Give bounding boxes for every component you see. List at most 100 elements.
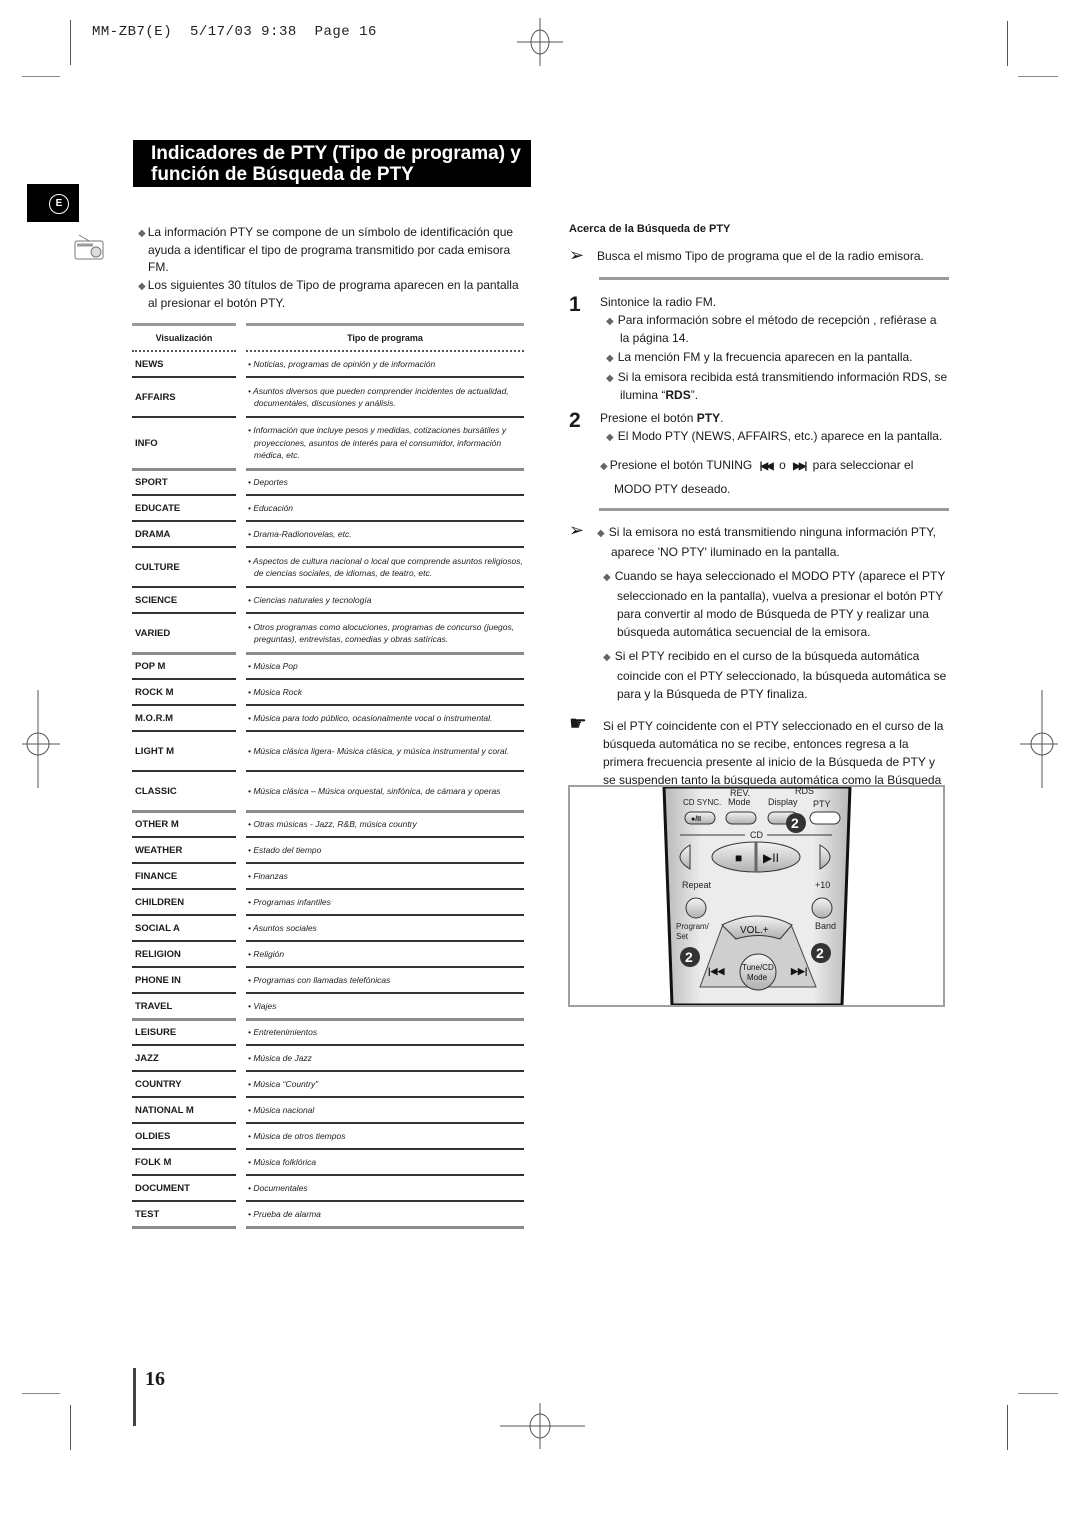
note-1: ➢ ◆ Si la emisora no está transmitiendo n… xyxy=(569,520,936,559)
divider xyxy=(599,508,949,511)
row-separator xyxy=(132,1226,524,1229)
skip-back-icon: |◀◀ xyxy=(759,461,774,472)
svg-text:Tune/CD: Tune/CD xyxy=(742,963,774,972)
pty-description: • Asuntos diversos que pueden comprender… xyxy=(248,385,509,409)
diamond-bullet-icon: ◆ xyxy=(138,228,146,239)
table-row: CLASSIC • Música clásica – Música orquest… xyxy=(132,772,524,810)
pty-description: • Estado del tiempo xyxy=(248,844,322,855)
pty-code: LEISURE xyxy=(135,1026,177,1038)
search-summary: ➢ Busca el mismo Tipo de programa que el… xyxy=(569,245,924,265)
table-row: INFO • Información que incluye pesos y me… xyxy=(132,418,524,468)
pty-description-cell: • Asuntos sociales xyxy=(246,919,524,938)
pty-description-cell: • Viajes xyxy=(246,997,524,1016)
row-separator xyxy=(132,468,524,471)
pty-description: • Música clásica ligera- Música clásica,… xyxy=(248,745,509,756)
pty-code: EDUCATE xyxy=(135,502,181,514)
step-bullet: ◆ La mención FM y la frecuencia aparecen … xyxy=(606,350,913,364)
pty-description: • Entretenimientos xyxy=(248,1026,318,1037)
table-row: LIGHT M • Música clásica ligera- Música c… xyxy=(132,732,524,770)
pty-code: AFFAIRS xyxy=(135,391,176,403)
diamond-bullet-icon: ◆ xyxy=(606,316,614,327)
table-row: AFFAIRS • Asuntos diversos que pueden com… xyxy=(132,378,524,416)
diamond-bullet-icon: ◆ xyxy=(603,652,611,663)
pty-code: LIGHT M xyxy=(135,745,175,757)
table-row: ROCK M • Música Rock xyxy=(132,680,524,704)
svg-text:VOL.+: VOL.+ xyxy=(740,925,769,936)
note-2: ◆ Cuando se haya seleccionado el MODO PTY… xyxy=(603,569,946,639)
pty-description: • Música “Country” xyxy=(248,1078,319,1089)
section-title: Indicadores de PTY (Tipo de programa) y … xyxy=(133,140,531,187)
search-heading: Acerca de la Búsqueda de PTY xyxy=(569,223,731,235)
pointing-hand-icon: ☛ xyxy=(569,713,587,735)
pty-description: • Finanzas xyxy=(248,870,288,881)
section-title-line1: Indicadores de PTY (Tipo de programa) y xyxy=(151,143,521,164)
table-row: SCIENCE • Ciencias naturales y tecnología xyxy=(132,588,524,612)
pty-code: JAZZ xyxy=(135,1052,159,1064)
pty-description: • Drama-Radionovelas, etc. xyxy=(248,528,352,539)
table-row: SOCIAL A • Asuntos sociales xyxy=(132,916,524,940)
row-separator xyxy=(132,1018,524,1021)
step-number: 1 xyxy=(569,293,581,316)
row-separator xyxy=(132,810,524,813)
note-arrow-icon: ➢ xyxy=(569,520,585,540)
table-row: COUNTRY • Música “Country” xyxy=(132,1072,524,1096)
header-display: Visualización xyxy=(155,333,213,343)
language-badge: E xyxy=(49,194,69,214)
pty-code: TEST xyxy=(135,1208,160,1220)
pty-code: CHILDREN xyxy=(135,896,185,908)
pty-code: CLASSIC xyxy=(135,785,177,797)
rev-mode-button xyxy=(725,811,757,825)
pty-code: SPORT xyxy=(135,476,168,488)
skip-back-icon: |◀◀ xyxy=(708,966,725,976)
table-row: M.O.R.M • Música para todo público, ocasi… xyxy=(132,706,524,730)
pty-search-section: Acerca de la Búsqueda de PTY ➢ Busca el … xyxy=(569,221,949,807)
pty-description-cell: • Música “Country” xyxy=(246,1075,524,1094)
pty-description-cell: • Música de otros tiempos xyxy=(246,1127,524,1146)
intro-bullet: ◆ Los siguientes 30 títulos de Tipo de pr… xyxy=(138,278,519,310)
pty-code: ROCK M xyxy=(135,686,174,698)
pty-code: INFO xyxy=(135,437,158,449)
pty-description: • Prueba de alarma xyxy=(248,1208,321,1219)
crop-mark xyxy=(22,1393,60,1394)
pty-description: • Ciencias naturales y tecnología xyxy=(248,594,372,605)
divider xyxy=(599,277,949,280)
set-label: Set xyxy=(676,932,689,941)
svg-text:2: 2 xyxy=(685,949,693,965)
rds-label: RDS xyxy=(795,787,814,796)
svg-text:●/II: ●/II xyxy=(691,816,701,823)
pty-description: • Aspectos de cultura nacional o local q… xyxy=(248,555,523,579)
pty-description-cell: • Programas con llamadas telefónicas xyxy=(246,971,524,990)
table-row: FINANCE • Finanzas xyxy=(132,864,524,888)
svg-text:2: 2 xyxy=(791,815,799,831)
program-label: Program/ xyxy=(676,922,710,931)
diamond-bullet-icon: ◆ xyxy=(606,432,614,443)
table-row: LEISURE • Entretenimientos xyxy=(132,1020,524,1044)
pty-description-cell: • Información que incluye pesos y medida… xyxy=(246,421,524,465)
pty-code: FOLK M xyxy=(135,1156,172,1168)
intro-bullet: ◆ La información PTY se compone de un sím… xyxy=(138,225,514,274)
table-row: VARIED • Otros programas como alocuciones… xyxy=(132,614,524,652)
pty-code: DOCUMENT xyxy=(135,1182,190,1194)
diamond-bullet-icon: ◆ xyxy=(606,353,614,364)
table-row: PHONE IN • Programas con llamadas telefón… xyxy=(132,968,524,992)
table-row: NEWS • Noticias, programas de opinión y d… xyxy=(132,352,524,376)
note-3: ◆ Si el PTY recibido en el curso de la bú… xyxy=(603,649,947,701)
table-header: Visualización Tipo de programa xyxy=(132,326,524,350)
cd-sync-label: CD SYNC. xyxy=(683,798,721,807)
pty-description: • Educación xyxy=(248,502,294,513)
pty-table: Visualización Tipo de programa NEWS • Not… xyxy=(132,323,524,1229)
pty-code: COUNTRY xyxy=(135,1078,182,1090)
table-row: SPORT • Deportes xyxy=(132,470,524,494)
pty-description: • Viajes xyxy=(248,1000,277,1011)
pty-description-cell: • Otros programas como alocuciones, prog… xyxy=(246,618,524,649)
step-1: 1 Sintonice la radio FM. ◆ Para informaci… xyxy=(569,294,949,406)
pty-description: • Deportes xyxy=(248,476,288,487)
pty-description-cell: • Música de Jazz xyxy=(246,1049,524,1068)
table-row: CULTURE • Aspectos de cultura nacional o … xyxy=(132,548,524,586)
plus10-label: +10 xyxy=(815,880,830,890)
step-2: 2 Presione el botón PTY. ◆ El Modo PTY (N… xyxy=(569,410,949,448)
pty-description: • Otras músicas - Jazz, R&B, música coun… xyxy=(248,818,417,829)
step-number: 2 xyxy=(569,409,581,432)
table-row: WEATHER • Estado del tiempo xyxy=(132,838,524,862)
pty-code: PHONE IN xyxy=(135,974,181,986)
